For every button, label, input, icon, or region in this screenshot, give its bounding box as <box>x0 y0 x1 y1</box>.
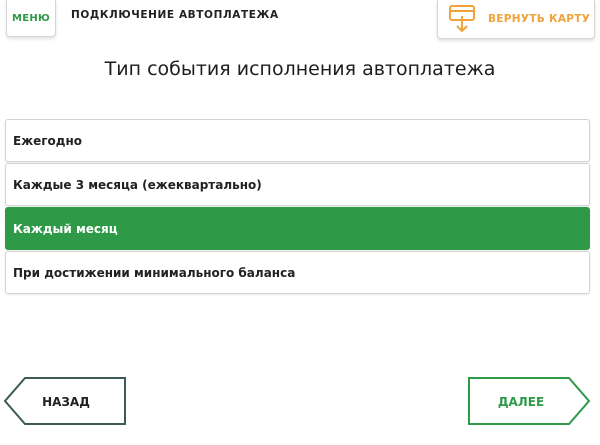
back-button[interactable]: НАЗАД <box>3 376 129 428</box>
page-title: Тип события исполнения автоплатежа <box>104 58 496 80</box>
option-quarterly[interactable]: Каждые 3 месяца (ежеквартально) <box>5 163 590 206</box>
menu-button[interactable]: МЕНЮ <box>6 0 56 37</box>
option-yearly[interactable]: Ежегодно <box>5 119 590 162</box>
next-button-label: ДАЛЕЕ <box>498 395 544 409</box>
menu-button-label: МЕНЮ <box>11 12 51 24</box>
return-card-button[interactable]: ВЕРНУТЬ КАРТУ <box>437 0 595 39</box>
card-eject-icon <box>449 5 475 33</box>
header-title: ПОДКЛЮЧЕНИЕ АВТОПЛАТЕЖА <box>71 9 279 21</box>
option-monthly[interactable]: Каждый месяц <box>5 207 590 250</box>
options-list: Ежегодно Каждые 3 месяца (ежеквартально)… <box>5 119 590 295</box>
option-label: При достижении минимального баланса <box>13 265 296 280</box>
option-min-balance[interactable]: При достижении минимального баланса <box>5 251 590 294</box>
option-label: Каждый месяц <box>13 221 118 236</box>
option-label: Каждые 3 месяца (ежеквартально) <box>13 177 262 192</box>
return-card-label: ВЕРНУТЬ КАРТУ <box>488 13 591 25</box>
option-label: Ежегодно <box>13 133 83 148</box>
back-button-label: НАЗАД <box>42 395 90 409</box>
next-button[interactable]: ДАЛЕЕ <box>467 376 593 428</box>
